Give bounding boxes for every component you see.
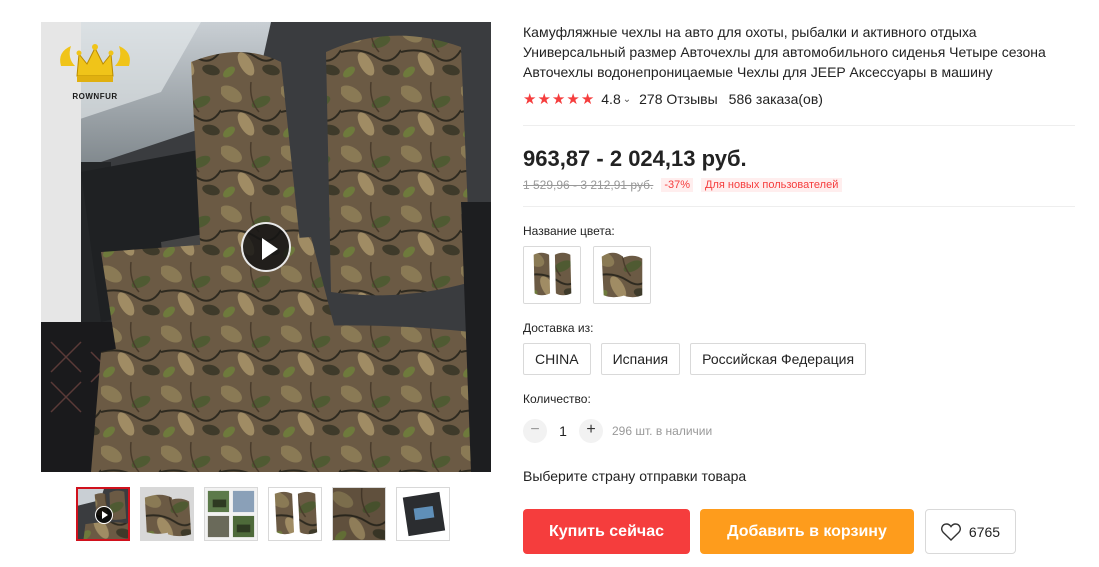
thumbnail-3[interactable] <box>204 487 258 541</box>
shipping-note: Выберите страну отправки товара <box>523 468 747 484</box>
rating-row: ★ ★ ★ ★ ★ 4.8 ⌄ 278 Отзывы 586 заказа(ов… <box>523 91 823 107</box>
orders-count: 586 заказа(ов) <box>728 91 823 107</box>
price: 963,87 - 2 024,13 руб. <box>523 146 747 171</box>
add-to-cart-button[interactable]: Добавить в корзину <box>700 509 914 554</box>
wishlist-button[interactable]: 6765 <box>925 509 1016 554</box>
reviews-link[interactable]: 278 Отзывы <box>639 91 718 107</box>
thumbnail-image <box>397 488 449 540</box>
star-icon: ★ <box>523 90 537 108</box>
ship-from-options: CHINA Испания Российская Федерация <box>523 343 867 375</box>
rating-value[interactable]: 4.8 <box>601 91 620 107</box>
thumbnail-image <box>333 488 385 540</box>
thumbnail-2[interactable] <box>140 487 194 541</box>
divider <box>523 206 1075 207</box>
chevron-down-icon[interactable]: ⌄ <box>623 94 631 105</box>
heart-icon <box>940 522 961 541</box>
swatch-image <box>594 247 650 303</box>
play-icon <box>262 238 278 260</box>
ship-from-spain[interactable]: Испания <box>600 343 681 375</box>
quantity-plus-button[interactable]: + <box>579 419 603 443</box>
crown-icon <box>60 44 130 82</box>
main-product-image[interactable]: ROWNFUR <box>41 22 491 472</box>
star-icon: ★ <box>566 90 580 108</box>
thumbnail-5[interactable] <box>332 487 386 541</box>
thumbnail-6[interactable] <box>396 487 450 541</box>
brand-logo-text: ROWNFUR <box>72 92 118 101</box>
thumbnail-play-icon <box>95 506 113 524</box>
thumbnail-1[interactable] <box>76 487 130 541</box>
color-label: Название цвета: <box>523 224 615 238</box>
quantity-value[interactable]: 1 <box>547 423 579 439</box>
product-info: Камуфляжные чехлы на авто для охоты, рыб… <box>523 22 1078 554</box>
rating-stars: ★ ★ ★ ★ ★ <box>523 92 594 107</box>
thumbnail-image <box>141 488 193 540</box>
ship-from-china[interactable]: CHINA <box>523 343 591 375</box>
wishlist-count: 6765 <box>968 523 1001 540</box>
ship-from-label: Доставка из: <box>523 321 594 335</box>
quantity-minus-button[interactable]: − <box>523 419 547 443</box>
star-icon: ★ <box>537 90 551 108</box>
quantity-stepper: − 1 + 296 шт. в наличии <box>523 419 712 443</box>
buy-now-button[interactable]: Купить сейчас <box>523 509 690 554</box>
discount-badge: -37% <box>661 178 693 192</box>
divider <box>523 125 1075 126</box>
ship-from-russia[interactable]: Российская Федерация <box>690 343 867 375</box>
star-icon: ★ <box>580 90 595 108</box>
stock-count: 296 шт. в наличии <box>612 424 713 438</box>
brand-logo: ROWNFUR <box>55 36 135 106</box>
thumbnail-image <box>269 488 321 540</box>
video-play-button[interactable] <box>241 222 291 272</box>
swatch-image <box>524 247 580 303</box>
new-users-badge: Для новых пользователей <box>701 178 843 192</box>
quantity-label: Количество: <box>523 392 591 406</box>
color-swatch-1[interactable] <box>523 246 581 304</box>
thumbnail-4[interactable] <box>268 487 322 541</box>
color-swatch-2[interactable] <box>593 246 651 304</box>
old-price: 1 529,96 - 3 212,91 руб. <box>523 178 654 192</box>
star-icon: ★ <box>551 90 566 108</box>
product-title: Камуфляжные чехлы на авто для охоты, рыб… <box>523 24 1046 80</box>
thumbnail-image <box>205 488 257 540</box>
old-price-row: 1 529,96 - 3 212,91 руб. -37% Для новых … <box>523 178 843 192</box>
